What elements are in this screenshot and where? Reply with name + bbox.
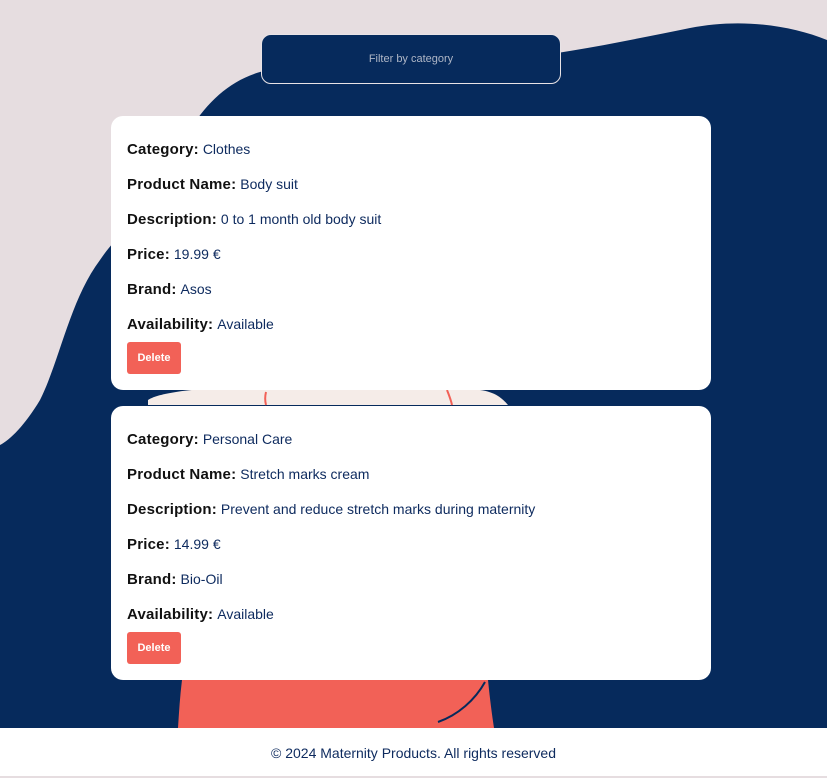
figure-body-shape	[178, 680, 494, 728]
description-label: Description:	[127, 211, 217, 228]
copyright-text: © 2024 Maternity Products. All rights re…	[271, 745, 556, 761]
category-row: Category: Clothes	[127, 137, 250, 161]
category-row: Category: Personal Care	[127, 427, 292, 451]
brand-row: Brand: Bio-Oil	[127, 567, 223, 591]
brand-value: Asos	[180, 281, 212, 297]
product-name-value: Stretch marks cream	[240, 466, 370, 482]
price-label: Price:	[127, 536, 170, 553]
brand-label: Brand:	[127, 281, 177, 298]
product-name-value: Body suit	[240, 176, 298, 192]
availability-value: Available	[217, 316, 274, 332]
availability-label: Availability:	[127, 606, 214, 623]
price-label: Price:	[127, 246, 170, 263]
footer: © 2024 Maternity Products. All rights re…	[0, 728, 827, 776]
availability-label: Availability:	[127, 316, 214, 333]
brand-label: Brand:	[127, 571, 177, 588]
price-row: Price: 19.99 €	[127, 242, 221, 266]
price-value: 14.99 €	[173, 536, 221, 552]
product-name-label: Product Name:	[127, 466, 237, 483]
description-value: 0 to 1 month old body suit	[220, 211, 382, 227]
product-name-row: Product Name: Stretch marks cream	[127, 462, 369, 486]
category-label: Category:	[127, 431, 199, 448]
face-outline-left	[264, 391, 267, 406]
brand-value: Bio-Oil	[180, 571, 223, 587]
category-value: Personal Care	[202, 431, 293, 447]
price-row: Price: 14.99 €	[127, 532, 221, 556]
brand-row: Brand: Asos	[127, 277, 212, 301]
filter-by-category-button[interactable]: Filter by category	[261, 34, 561, 84]
availability-row: Availability: Available	[127, 602, 274, 626]
description-row: Description: 0 to 1 month old body suit	[127, 207, 381, 231]
product-card: Category: Personal Care Product Name: Stre…	[111, 406, 711, 680]
delete-button[interactable]: Delete	[127, 342, 181, 374]
category-label: Category:	[127, 141, 199, 158]
description-value: Prevent and reduce stretch marks during …	[220, 501, 536, 517]
availability-row: Availability: Available	[127, 312, 274, 336]
description-row: Description: Prevent and reduce stretch m…	[127, 497, 535, 521]
availability-value: Available	[217, 606, 274, 622]
product-name-row: Product Name: Body suit	[127, 172, 298, 196]
product-name-label: Product Name:	[127, 176, 237, 193]
description-label: Description:	[127, 501, 217, 518]
product-card: Category: Clothes Product Name: Body suit …	[111, 116, 711, 390]
category-value: Clothes	[202, 141, 251, 157]
delete-button[interactable]: Delete	[127, 632, 181, 664]
price-value: 19.99 €	[173, 246, 221, 262]
